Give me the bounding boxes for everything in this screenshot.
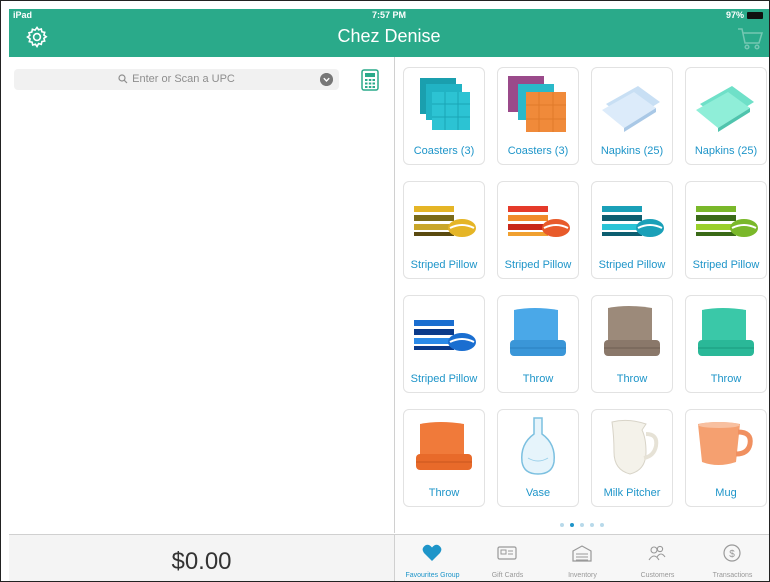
pillow-green-icon [696, 204, 758, 238]
page-indicator[interactable] [395, 523, 769, 527]
product-tile[interactable]: Milk Pitcher [591, 409, 673, 507]
status-bar: iPad 7:57 PM 97% [9, 9, 769, 21]
cart-icon[interactable] [737, 27, 763, 51]
napkins-mint-icon [696, 86, 754, 132]
product-label: Milk Pitcher [603, 487, 661, 499]
product-tile[interactable]: Mug [685, 409, 767, 507]
product-tile[interactable]: Striped Pillow [685, 181, 767, 279]
coasters-mixed-icon [508, 76, 566, 132]
product-tile[interactable]: Coasters (3) [497, 67, 579, 165]
pillow-blue-icon [414, 318, 476, 352]
tab-label: Customers [640, 572, 675, 579]
vase-icon [521, 417, 555, 475]
pillow-yellow-icon [414, 204, 476, 238]
header-bar: iPad 7:57 PM 97% Chez Denise [9, 9, 769, 57]
tab-label: Gift Cards [491, 572, 524, 579]
chevron-down-icon[interactable] [320, 73, 333, 86]
tab-label: Transactions [712, 572, 753, 579]
product-tile[interactable]: Napkins (25) [591, 67, 673, 165]
page-dot-current[interactable] [570, 523, 574, 527]
page-dot[interactable] [580, 523, 584, 527]
product-label: Vase [525, 487, 551, 499]
battery-icon [747, 12, 763, 20]
product-label: Throw [428, 487, 460, 499]
cart-total: $0.00 [171, 548, 232, 575]
cart-total-bar[interactable]: $0.00 [9, 534, 395, 581]
calculator-icon[interactable] [361, 69, 379, 91]
page-dot[interactable] [600, 523, 604, 527]
tab-customers[interactable]: Customers [620, 535, 695, 581]
throw-orange-icon [416, 422, 472, 470]
page-title: Chez Denise [337, 26, 441, 46]
customers-icon [648, 545, 666, 561]
product-label: Striped Pillow [410, 259, 478, 271]
cart-panel: Enter or Scan a UPC [9, 57, 395, 533]
throw-taupe-icon [604, 306, 660, 356]
product-label: Throw [616, 373, 648, 385]
coasters-teal-icon [420, 78, 470, 130]
transactions-icon: $ [723, 544, 741, 562]
product-label: Striped Pillow [598, 259, 666, 271]
mug-icon [698, 422, 753, 465]
app-window: iPad 7:57 PM 97% Chez Denise Enter or Sc… [0, 0, 770, 582]
product-tile[interactable]: Napkins (25) [685, 67, 767, 165]
gift-card-icon [497, 546, 517, 560]
product-label: Throw [522, 373, 554, 385]
product-label: Striped Pillow [504, 259, 572, 271]
status-time: 7:57 PM [371, 10, 406, 20]
product-tile[interactable]: Striped Pillow [591, 181, 673, 279]
product-label: Coasters (3) [507, 145, 569, 157]
product-grid: Coasters (3) Coasters (3) Napkins (25) N… [395, 57, 769, 533]
product-tile[interactable]: Throw [591, 295, 673, 393]
heart-icon [422, 544, 442, 561]
throw-teal-icon [698, 308, 754, 356]
search-icon [118, 74, 128, 84]
tab-gift-cards[interactable]: Gift Cards [470, 535, 545, 581]
product-label: Coasters (3) [413, 145, 475, 157]
page-dot[interactable] [590, 523, 594, 527]
napkins-blue-icon [602, 86, 660, 132]
product-label: Striped Pillow [410, 373, 478, 385]
tab-label: Favourites Group [405, 572, 460, 579]
tab-label: Inventory [568, 572, 597, 579]
product-tile[interactable]: Vase [497, 409, 579, 507]
product-tile[interactable]: Striped Pillow [403, 295, 485, 393]
tab-favourites-group[interactable]: Favourites Group [395, 535, 470, 581]
throw-blue-icon [510, 308, 566, 356]
battery-indicator: 97% [726, 10, 763, 20]
battery-percent: 97% [725, 10, 744, 20]
tab-transactions[interactable]: $ Transactions [695, 535, 769, 581]
svg-text:$: $ [729, 549, 735, 560]
pitcher-icon [611, 419, 659, 475]
pillow-teal-icon [602, 204, 664, 238]
product-tile[interactable]: Coasters (3) [403, 67, 485, 165]
inventory-icon [572, 545, 592, 562]
product-tile[interactable]: Striped Pillow [403, 181, 485, 279]
page-dot[interactable] [560, 523, 564, 527]
product-tile[interactable]: Throw [497, 295, 579, 393]
product-tile[interactable]: Throw [685, 295, 767, 393]
product-label: Striped Pillow [692, 259, 760, 271]
product-label: Mug [715, 487, 737, 499]
tab-bar: Favourites Group Gift Cards Inventory Cu… [395, 534, 769, 581]
pillow-red-icon [508, 204, 570, 238]
upc-search-field[interactable]: Enter or Scan a UPC [14, 69, 339, 90]
tab-inventory[interactable]: Inventory [545, 535, 620, 581]
product-label: Napkins (25) [600, 145, 664, 157]
product-label: Napkins (25) [694, 145, 758, 157]
product-label: Throw [710, 373, 742, 385]
product-tile[interactable]: Throw [403, 409, 485, 507]
product-tile[interactable]: Striped Pillow [497, 181, 579, 279]
search-placeholder: Enter or Scan a UPC [132, 73, 235, 85]
